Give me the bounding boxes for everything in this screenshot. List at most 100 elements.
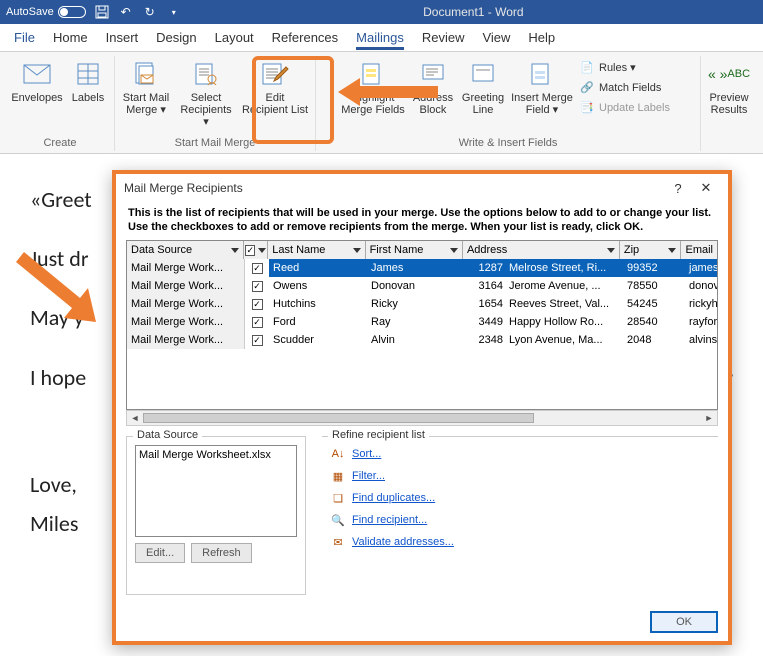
tab-review[interactable]: Review: [422, 30, 465, 49]
cell-data-source: Mail Merge Work...: [127, 295, 245, 313]
start-merge-label: Start Mail Merge ▾: [123, 92, 169, 116]
highlight-merge-fields-button[interactable]: Highlight Merge Fields: [339, 56, 407, 135]
start-merge-icon: [130, 58, 162, 90]
autosave-toggle[interactable]: AutoSave: [6, 6, 86, 18]
tab-mailings[interactable]: Mailings: [356, 30, 404, 50]
qat-dropdown-icon[interactable]: ▾: [166, 4, 182, 20]
col-zip[interactable]: Zip: [620, 241, 682, 259]
cell-first-name: Ray: [367, 313, 465, 331]
cell-data-source: Mail Merge Work...: [127, 259, 245, 277]
ok-button[interactable]: OK: [650, 611, 718, 633]
data-source-list[interactable]: Mail Merge Worksheet.xlsx: [135, 445, 297, 537]
sort-link[interactable]: A↓ Sort...: [330, 443, 710, 465]
table-row[interactable]: Mail Merge Work...✓OwensDonovan3164Jerom…: [127, 277, 717, 295]
col-email[interactable]: Email: [681, 241, 717, 259]
filter-link[interactable]: ▦ Filter...: [330, 465, 710, 487]
greeting-line-button[interactable]: Greeting Line: [459, 56, 507, 135]
scroll-thumb[interactable]: [143, 413, 534, 423]
cell-address: 1654Reeves Street, Val...: [465, 295, 623, 313]
select-recipients-button[interactable]: Select Recipients ▾: [175, 56, 237, 135]
find-icon: 🔍: [330, 512, 346, 528]
sort-icon: A↓: [330, 446, 346, 462]
cell-address: 1287Melrose Street, Ri...: [465, 259, 623, 277]
find-duplicates-link[interactable]: ❏ Find duplicates...: [330, 487, 710, 509]
tab-references[interactable]: References: [272, 30, 338, 49]
match-fields-button[interactable]: 🔗 Match Fields: [577, 78, 677, 98]
dropdown-icon: [231, 248, 239, 253]
rules-button[interactable]: 📄 Rules ▾: [577, 58, 677, 78]
close-button[interactable]: ✕: [692, 180, 720, 196]
dropdown-icon: [353, 248, 361, 253]
data-source-fieldset: Mail Merge Worksheet.xlsx Edit... Refres…: [126, 436, 306, 595]
tab-help[interactable]: Help: [528, 30, 555, 49]
redo-icon[interactable]: ↻: [142, 4, 158, 20]
match-fields-icon: 🔗: [579, 80, 595, 96]
group-smm-label: Start Mail Merge: [175, 135, 256, 151]
cell-last-name: Ford: [269, 313, 367, 331]
rules-icon: 📄: [579, 60, 595, 76]
group-write-insert-fields: Highlight Merge Fields Address Block Gre…: [316, 56, 701, 151]
cell-zip: 54245: [623, 295, 685, 313]
mail-merge-recipients-dialog: Mail Merge Recipients ? ✕ This is the li…: [112, 170, 732, 645]
tab-file[interactable]: File: [14, 30, 35, 49]
cell-checkbox[interactable]: ✓: [245, 259, 269, 277]
find-recipient-link[interactable]: 🔍 Find recipient...: [330, 509, 710, 531]
tab-home[interactable]: Home: [53, 30, 88, 49]
col-checkbox[interactable]: ✓: [244, 241, 268, 259]
validate-icon: ✉: [330, 534, 346, 550]
table-row[interactable]: Mail Merge Work...✓FordRay3449Happy Holl…: [127, 313, 717, 331]
labels-icon: [72, 58, 104, 90]
ribbon-tabs: File Home Insert Design Layout Reference…: [0, 24, 763, 52]
col-address[interactable]: Address: [463, 241, 620, 259]
update-labels-label: Update Labels: [599, 102, 670, 114]
tab-view[interactable]: View: [482, 30, 510, 49]
update-labels-button[interactable]: 📑 Update Labels: [577, 98, 677, 118]
edit-source-button[interactable]: Edit...: [135, 543, 185, 563]
preview-label: Preview Results: [709, 92, 748, 116]
cell-email: rickyhut: [685, 295, 717, 313]
checkbox-icon: ✓: [245, 245, 255, 256]
validate-addresses-link[interactable]: ✉ Validate addresses...: [330, 531, 710, 553]
col-first-name[interactable]: First Name: [366, 241, 463, 259]
labels-button[interactable]: Labels: [66, 56, 110, 135]
undo-icon[interactable]: ↶: [118, 4, 134, 20]
update-labels-icon: 📑: [579, 100, 595, 116]
envelopes-button[interactable]: Envelopes: [10, 56, 64, 135]
insert-merge-field-button[interactable]: Insert Merge Field ▾: [509, 56, 575, 135]
envelopes-label: Envelopes: [11, 92, 62, 104]
address-block-label: Address Block: [413, 92, 453, 116]
rules-label: Rules ▾: [599, 62, 636, 74]
preview-results-button[interactable]: « »ABC Preview Results: [705, 56, 753, 147]
scroll-right-icon[interactable]: ►: [701, 413, 717, 423]
refresh-button[interactable]: Refresh: [191, 543, 252, 563]
col-last-name[interactable]: Last Name: [268, 241, 365, 259]
group-preview: « »ABC Preview Results: [701, 56, 757, 151]
edit-recipient-list-button[interactable]: Edit Recipient List: [239, 56, 311, 135]
cell-data-source: Mail Merge Work...: [127, 277, 245, 295]
cell-checkbox[interactable]: ✓: [245, 277, 269, 295]
cell-checkbox[interactable]: ✓: [245, 295, 269, 313]
highlight-icon: [357, 58, 389, 90]
tab-insert[interactable]: Insert: [106, 30, 139, 49]
dropdown-icon: [607, 248, 615, 253]
tab-design[interactable]: Design: [156, 30, 196, 49]
tab-layout[interactable]: Layout: [215, 30, 254, 49]
dialog-titlebar: Mail Merge Recipients ? ✕: [116, 174, 728, 202]
table-row[interactable]: Mail Merge Work...✓ScudderAlvin2348Lyon …: [127, 331, 717, 349]
start-mail-merge-button[interactable]: Start Mail Merge ▾: [119, 56, 173, 135]
data-source-file[interactable]: Mail Merge Worksheet.xlsx: [139, 449, 293, 461]
cell-checkbox[interactable]: ✓: [245, 313, 269, 331]
save-icon[interactable]: [94, 4, 110, 20]
table-row[interactable]: Mail Merge Work...✓ReedJames1287Melrose …: [127, 259, 717, 277]
help-button[interactable]: ?: [664, 181, 692, 196]
scroll-left-icon[interactable]: ◄: [127, 413, 143, 423]
cell-checkbox[interactable]: ✓: [245, 331, 269, 349]
dialog-description: This is the list of recipients that will…: [126, 202, 718, 240]
address-block-button[interactable]: Address Block: [409, 56, 457, 135]
cell-email: donovar: [685, 277, 717, 295]
duplicates-icon: ❏: [330, 490, 346, 506]
select-recipients-label: Select Recipients ▾: [177, 92, 235, 128]
grid-horizontal-scrollbar[interactable]: ◄ ►: [126, 410, 718, 426]
col-data-source[interactable]: Data Source: [127, 241, 244, 259]
table-row[interactable]: Mail Merge Work...✓HutchinsRicky1654Reev…: [127, 295, 717, 313]
